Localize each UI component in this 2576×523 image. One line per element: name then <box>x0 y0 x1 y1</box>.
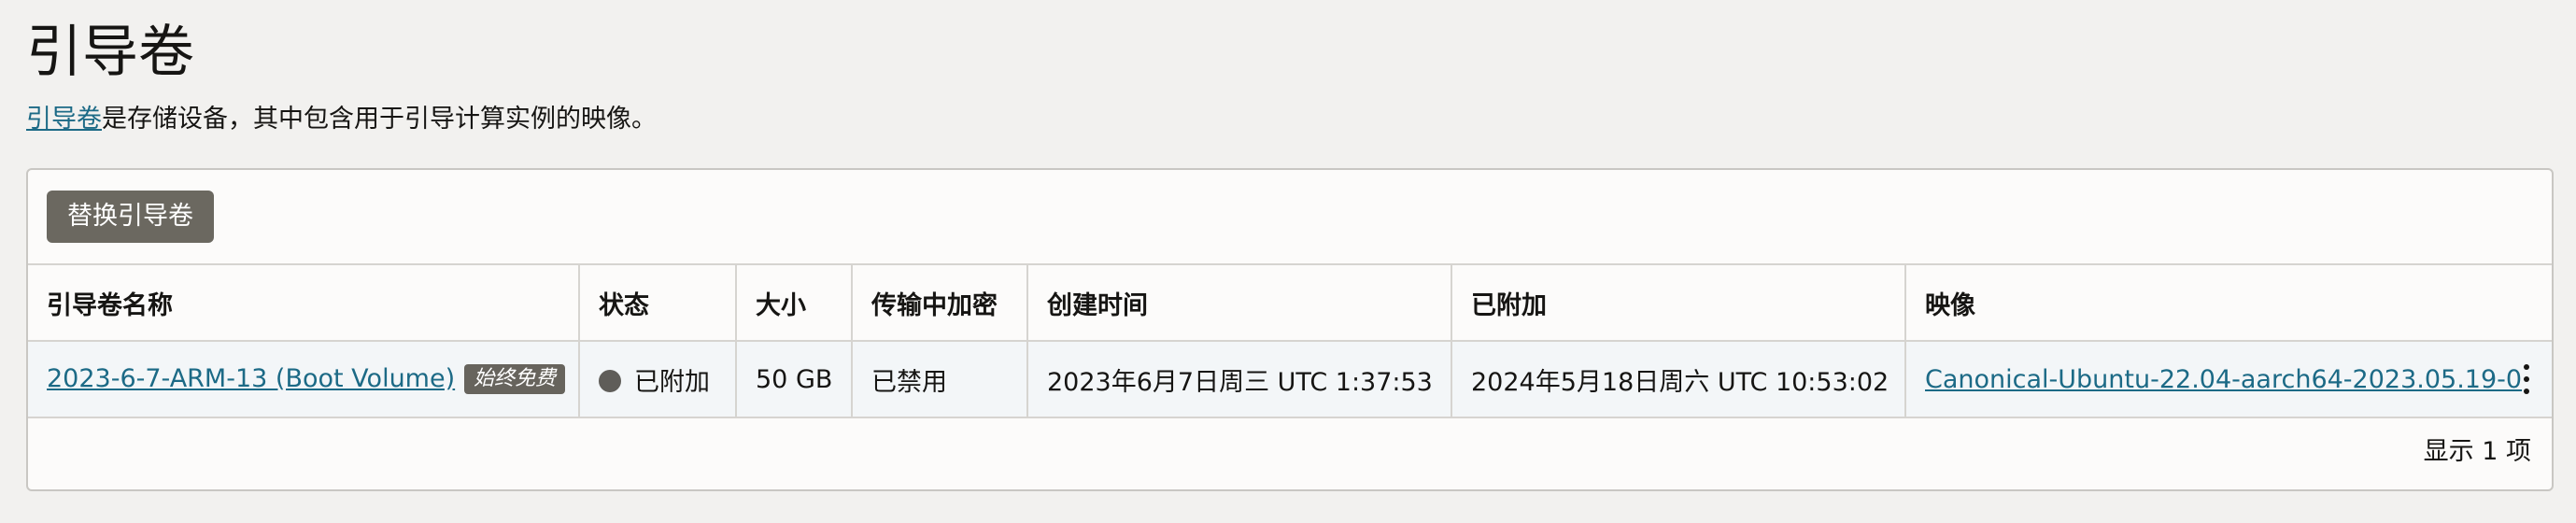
status-text: 已附加 <box>634 367 710 397</box>
kebab-dot <box>2524 364 2529 370</box>
cell-encryption: 已禁用 <box>852 341 1028 418</box>
always-free-badge: 始终免费 <box>464 364 566 395</box>
table-row: 2023-6-7-ARM-13 (Boot Volume) 始终免费 已附加 50… <box>28 341 2552 418</box>
page-title: 引导卷 <box>26 20 194 85</box>
boot-volume-table: 引导卷名称 状态 大小 传输中加密 创建时间 已附加 映像 2023-6-7-A… <box>28 263 2552 418</box>
column-header-image[interactable]: 映像 <box>1905 263 2552 342</box>
column-header-encryption[interactable]: 传输中加密 <box>852 263 1028 342</box>
boot-volume-name-link[interactable]: 2023-6-7-ARM-13 (Boot Volume) <box>47 364 455 393</box>
column-header-attached[interactable]: 已附加 <box>1451 263 1906 342</box>
cell-status: 已附加 <box>579 341 737 418</box>
boot-volume-doc-link[interactable]: 引导卷 <box>26 105 102 134</box>
kebab-menu-icon[interactable] <box>2512 360 2541 398</box>
column-header-size[interactable]: 大小 <box>736 263 853 342</box>
cell-image: Canonical-Ubuntu-22.04-aarch64-2023.05.1… <box>1905 341 2552 418</box>
result-count: 显示 1 项 <box>2423 437 2531 466</box>
image-link[interactable]: Canonical-Ubuntu-22.04-aarch64-2023.05.1… <box>1925 365 2522 394</box>
column-header-status[interactable]: 状态 <box>579 263 737 342</box>
column-header-created[interactable]: 创建时间 <box>1027 263 1452 342</box>
column-header-name[interactable]: 引导卷名称 <box>28 263 580 342</box>
boot-volume-panel: 替换引导卷 引导卷名称 状态 大小 传输中加密 创建时间 已附加 映像 2023… <box>26 168 2554 491</box>
table-header-row: 引导卷名称 状态 大小 传输中加密 创建时间 已附加 映像 <box>28 263 2552 342</box>
status-dot-icon <box>599 370 621 392</box>
kebab-dot <box>2524 389 2529 394</box>
replace-boot-volume-button[interactable]: 替换引导卷 <box>47 191 214 243</box>
cell-size: 50 GB <box>736 341 853 418</box>
page-description: 引导卷是存储设备，其中包含用于引导计算实例的映像。 <box>26 101 657 138</box>
page-description-text: 是存储设备，其中包含用于引导计算实例的映像。 <box>102 105 657 134</box>
cell-attached: 2024年5月18日周六 UTC 10:53:02 <box>1451 341 1906 418</box>
kebab-dot <box>2524 376 2529 382</box>
cell-name: 2023-6-7-ARM-13 (Boot Volume) 始终免费 <box>28 341 580 418</box>
cell-created: 2023年6月7日周三 UTC 1:37:53 <box>1027 341 1452 418</box>
